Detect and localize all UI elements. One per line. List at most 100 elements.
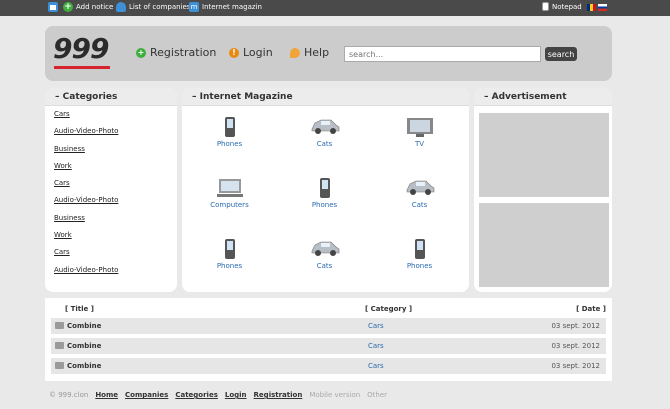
- camera-icon: [55, 322, 64, 329]
- category-link[interactable]: Audio-Video-Photo: [54, 266, 168, 283]
- row-category[interactable]: Cars: [368, 338, 384, 354]
- plus-icon: +: [63, 2, 73, 12]
- magazine-item-label: Computers: [210, 201, 249, 209]
- notices-table: [ Title ] [ Category ] [ Date ] Combine …: [45, 298, 612, 381]
- row-date: 03 sept. 2012: [551, 362, 600, 370]
- advertisement-title: Advertisement: [491, 92, 567, 102]
- phone-icon: [319, 178, 330, 198]
- site-header: 999 + Registration ! Login Help search: [45, 26, 612, 81]
- magazine-item[interactable]: TV: [372, 106, 467, 166]
- magazine-item-label: Phones: [216, 262, 243, 270]
- tv-icon: [406, 118, 433, 137]
- magazine-item[interactable]: Cats: [277, 228, 372, 288]
- internet-magazine-label: Internet magazin: [202, 3, 262, 11]
- magazine-item-label: Phones: [216, 140, 243, 148]
- row-date: 03 sept. 2012: [551, 342, 600, 350]
- magazine-title: Internet Magazine: [199, 92, 293, 102]
- advertisement-header: – Advertisement: [474, 88, 612, 106]
- phone-icon: [414, 239, 425, 259]
- search-button[interactable]: search: [545, 47, 577, 61]
- magazine-item[interactable]: Phones: [372, 228, 467, 288]
- footer-link-home[interactable]: Home: [95, 391, 118, 399]
- registration-label: Registration: [150, 46, 217, 59]
- help-label: Help: [304, 46, 330, 59]
- language-switch[interactable]: [587, 4, 607, 11]
- category-link[interactable]: Cars: [54, 248, 168, 265]
- ad-slot[interactable]: [479, 203, 609, 287]
- table-row[interactable]: Combine Cars 03 sept. 2012: [51, 318, 606, 334]
- add-notice-link[interactable]: + Add notice: [63, 2, 113, 12]
- magazine-item[interactable]: Computers: [182, 167, 277, 227]
- site-footer: © 999.clon Home Companies Categories Log…: [49, 391, 387, 399]
- magazine-icon: m: [189, 2, 199, 12]
- phone-icon: [224, 117, 235, 137]
- categories-header: – Categories: [45, 88, 177, 106]
- category-link[interactable]: Audio-Video-Photo: [54, 127, 168, 144]
- magazine-item[interactable]: Cats: [372, 167, 467, 227]
- notepad-link[interactable]: Notepad: [542, 2, 582, 11]
- site-logo[interactable]: 999: [53, 34, 109, 64]
- footer-link-categories[interactable]: Categories: [175, 391, 218, 399]
- category-link[interactable]: Business: [54, 145, 168, 162]
- category-link[interactable]: Cars: [54, 110, 168, 127]
- speech-bubble-icon: [290, 47, 300, 58]
- copyright-text: © 999.clon: [49, 391, 89, 399]
- internet-magazine-link[interactable]: m Internet magazin: [189, 2, 262, 12]
- login-link[interactable]: ! Login: [229, 46, 273, 59]
- category-link[interactable]: Audio-Video-Photo: [54, 196, 168, 213]
- row-title[interactable]: Combine: [67, 318, 101, 334]
- footer-link-login[interactable]: Login: [225, 391, 247, 399]
- footer-link-registration[interactable]: Registration: [254, 391, 303, 399]
- magazine-panel: – Internet Magazine Phones Cats TV Compu…: [182, 88, 469, 292]
- logo-underline: [54, 66, 110, 69]
- car-icon: [406, 180, 434, 195]
- row-title[interactable]: Combine: [67, 338, 101, 354]
- romanian-flag-icon[interactable]: [587, 4, 596, 11]
- magazine-item-label: Phones: [406, 262, 433, 270]
- category-link[interactable]: Work: [54, 231, 168, 248]
- help-link[interactable]: Help: [290, 46, 329, 59]
- magazine-item[interactable]: Phones: [277, 167, 372, 227]
- list-companies-label: List of companies: [129, 3, 191, 11]
- advertisement-panel: – Advertisement: [474, 88, 612, 292]
- registration-link[interactable]: + Registration: [136, 46, 216, 59]
- plus-circle-icon: +: [136, 47, 146, 58]
- categories-panel: – Categories Cars Audio-Video-Photo Busi…: [45, 88, 177, 292]
- notepad-label: Notepad: [552, 2, 582, 11]
- column-header-category: [ Category ]: [365, 305, 413, 313]
- camera-icon: [55, 362, 64, 369]
- phone-icon: [224, 239, 235, 259]
- list-companies-link[interactable]: List of companies: [116, 2, 190, 12]
- russian-flag-icon[interactable]: [598, 4, 607, 11]
- magazine-item-label: Cats: [316, 262, 333, 270]
- user-icon: [116, 2, 126, 12]
- mobile-version-link[interactable]: Mobile version: [309, 391, 360, 399]
- categories-title: Categories: [62, 92, 118, 102]
- home-link[interactable]: [48, 2, 58, 12]
- column-header-title: [ Title ]: [65, 305, 94, 313]
- login-icon: !: [229, 47, 239, 58]
- footer-link-companies[interactable]: Companies: [125, 391, 168, 399]
- ad-slot[interactable]: [479, 113, 609, 197]
- other-link[interactable]: Other: [367, 391, 387, 399]
- column-header-date: [ Date ]: [576, 305, 606, 313]
- search-input[interactable]: [344, 46, 541, 62]
- row-category[interactable]: Cars: [368, 358, 384, 374]
- magazine-item[interactable]: Cats: [277, 106, 372, 166]
- magazine-item[interactable]: Phones: [182, 228, 277, 288]
- categories-list: Cars Audio-Video-Photo Business Work Car…: [45, 106, 177, 287]
- car-icon: [311, 119, 339, 134]
- category-link[interactable]: Business: [54, 214, 168, 231]
- magazine-item-label: Phones: [311, 201, 338, 209]
- category-link[interactable]: Cars: [54, 179, 168, 196]
- magazine-item-label: Cats: [411, 201, 428, 209]
- row-date: 03 sept. 2012: [551, 322, 600, 330]
- row-category[interactable]: Cars: [368, 318, 384, 334]
- table-row[interactable]: Combine Cars 03 sept. 2012: [51, 338, 606, 354]
- home-icon: [48, 2, 58, 12]
- category-link[interactable]: Work: [54, 162, 168, 179]
- row-title[interactable]: Combine: [67, 358, 101, 374]
- magazine-item[interactable]: Phones: [182, 106, 277, 166]
- magazine-item-label: Cats: [316, 140, 333, 148]
- table-row[interactable]: Combine Cars 03 sept. 2012: [51, 358, 606, 374]
